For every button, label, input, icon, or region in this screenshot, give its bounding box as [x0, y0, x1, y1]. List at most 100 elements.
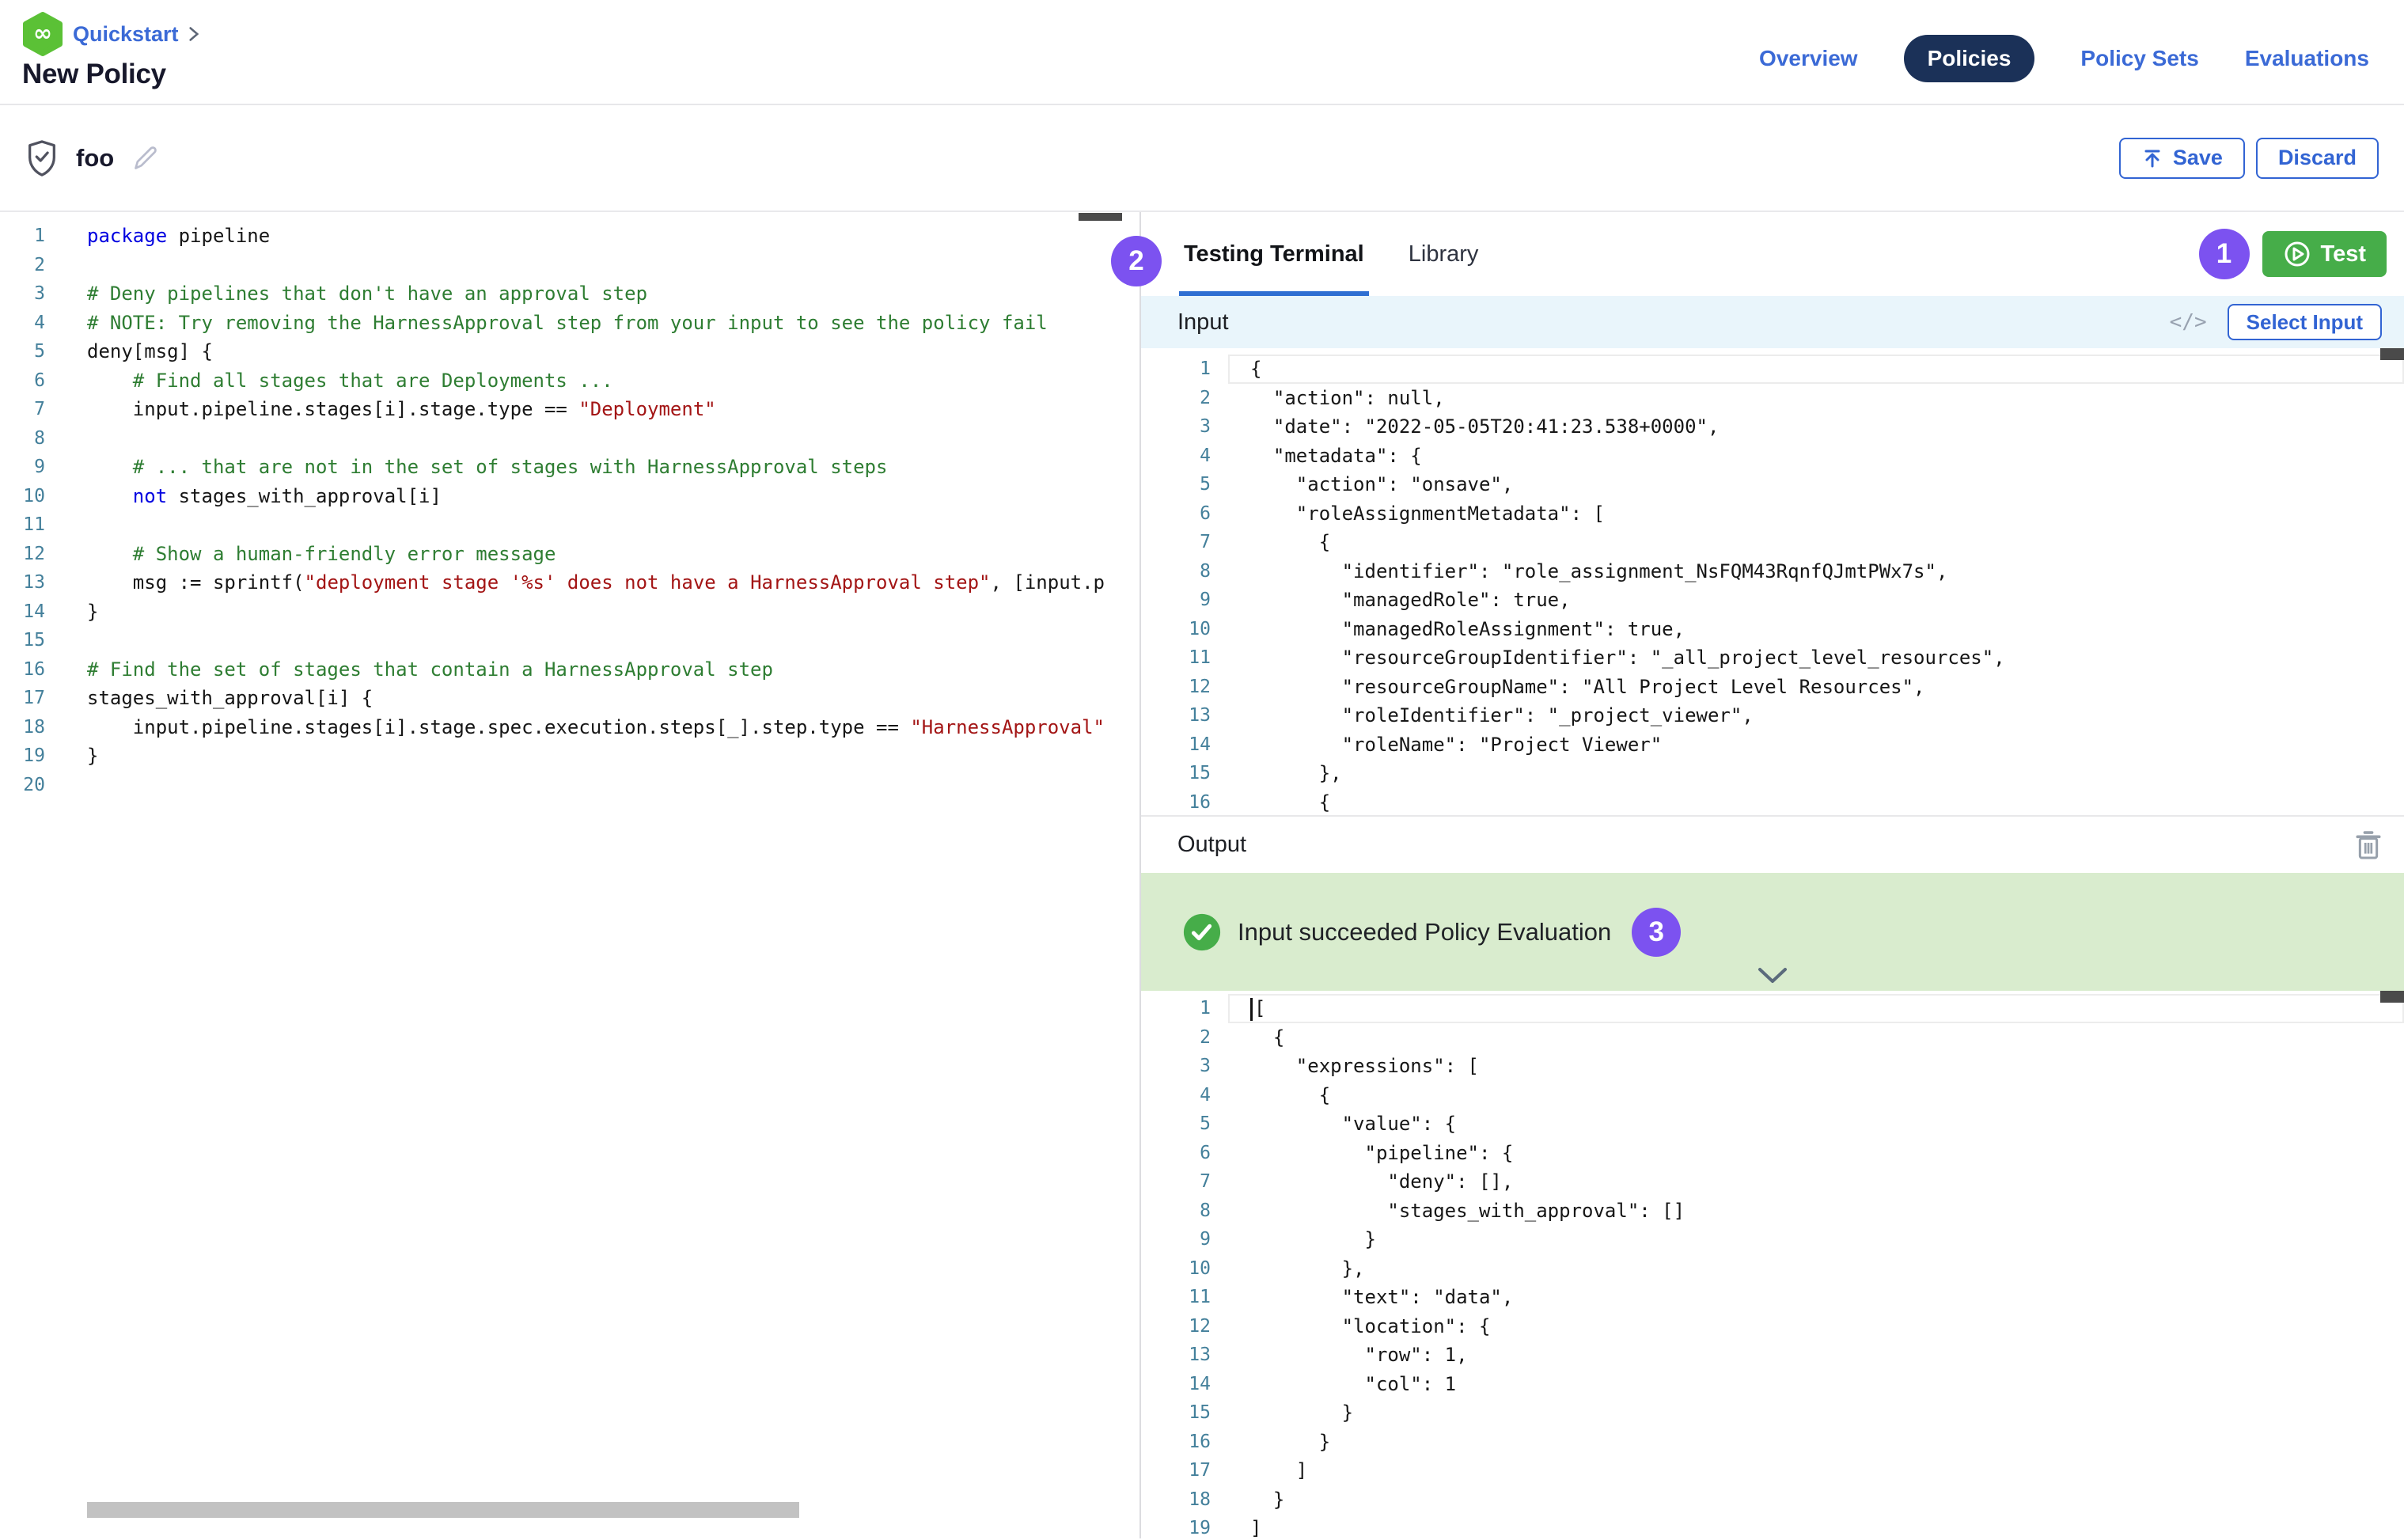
code-line[interactable]: 9 } [1141, 1225, 2404, 1254]
code-line[interactable]: 2 { [1141, 1023, 2404, 1053]
code-line[interactable]: 10 not stages_with_approval[i] [0, 482, 1139, 511]
code-line[interactable]: 8 "identifier": "role_assignment_NsFQM43… [1141, 557, 2404, 586]
input-json-lines[interactable]: 1{2 "action": null,3 "date": "2022-05-05… [1141, 355, 2404, 815]
code-line[interactable]: 19} [0, 742, 1139, 771]
tour-step-1-badge[interactable]: 1 [2199, 229, 2250, 279]
play-circle-icon [2283, 240, 2311, 268]
code-line[interactable]: 10 "managedRoleAssignment": true, [1141, 615, 2404, 644]
code-line[interactable]: 12 # Show a human-friendly error message [0, 540, 1139, 569]
code-line[interactable]: 3# Deny pipelines that don't have an app… [0, 279, 1139, 309]
code-line[interactable]: 13 msg := sprintf("deployment stage '%s'… [0, 568, 1139, 597]
harness-logo-icon[interactable]: ∞ [22, 12, 63, 56]
code-line[interactable]: 11 "text": "data", [1141, 1283, 2404, 1312]
code-line[interactable]: 7 { [1141, 528, 2404, 557]
code-line[interactable]: 1[ [1141, 994, 2404, 1023]
trash-icon[interactable] [2355, 830, 2382, 860]
nav-evaluations[interactable]: Evaluations [2245, 46, 2369, 71]
code-line[interactable]: 19] [1141, 1514, 2404, 1538]
code-line[interactable]: 4# NOTE: Try removing the HarnessApprova… [0, 309, 1139, 338]
input-json-editor[interactable]: 1{2 "action": null,3 "date": "2022-05-05… [1141, 348, 2404, 815]
code-line[interactable]: 8 [0, 424, 1139, 453]
code-line[interactable]: 15 [0, 626, 1139, 655]
code-line[interactable]: 14} [0, 597, 1139, 627]
breadcrumb: ∞ Quickstart [22, 11, 199, 57]
editor-scroll-thumb[interactable] [2380, 991, 2404, 1003]
tab-testing-terminal[interactable]: Testing Terminal [1179, 212, 1369, 296]
code-line[interactable]: 12 "location": { [1141, 1312, 2404, 1341]
nav-policy-sets[interactable]: Policy Sets [2080, 46, 2198, 71]
code-line[interactable]: 16 } [1141, 1428, 2404, 1457]
code-line[interactable]: 6 # Find all stages that are Deployments… [0, 366, 1139, 396]
output-json-lines[interactable]: 1[2 {3 "expressions": [4 {5 "value": {6 … [1141, 994, 2404, 1538]
code-line[interactable]: 13 "roleIdentifier": "_project_viewer", [1141, 701, 2404, 730]
code-line[interactable]: 2 [0, 251, 1139, 280]
save-button[interactable]: Save [2119, 138, 2245, 179]
editor-scroll-thumb[interactable] [1079, 213, 1122, 221]
evaluation-success-banner: Input succeeded Policy Evaluation 3 [1141, 873, 2404, 991]
edit-pencil-icon[interactable] [130, 142, 161, 174]
code-line[interactable]: 18 input.pipeline.stages[i].stage.spec.e… [0, 713, 1139, 742]
code-line[interactable]: 20 [0, 771, 1139, 800]
breadcrumb-link-quickstart[interactable]: Quickstart [73, 22, 179, 47]
code-line[interactable]: 14 "col": 1 [1141, 1370, 2404, 1399]
code-line[interactable]: 15 }, [1141, 759, 2404, 788]
code-line[interactable]: 6 "pipeline": { [1141, 1139, 2404, 1168]
code-line[interactable]: 13 "row": 1, [1141, 1341, 2404, 1370]
output-json-editor[interactable]: 1[2 {3 "expressions": [4 {5 "value": {6 … [1141, 991, 2404, 1538]
page-header: ∞ Quickstart New Policy Overview Policie… [0, 0, 2404, 105]
tour-step-3-badge[interactable]: 3 [1632, 908, 1681, 957]
editor-scroll-thumb[interactable] [2380, 348, 2404, 360]
code-line[interactable]: 5 "value": { [1141, 1109, 2404, 1139]
code-line[interactable]: 7 "deny": [], [1141, 1167, 2404, 1197]
code-line[interactable]: 4 "metadata": { [1141, 442, 2404, 471]
tab-library[interactable]: Library [1404, 212, 1484, 296]
discard-label: Discard [2278, 146, 2357, 170]
code-line[interactable]: 1package pipeline [0, 222, 1139, 251]
module-nav: Overview Policies Policy Sets Evaluation… [1759, 0, 2404, 87]
code-line[interactable]: 16# Find the set of stages that contain … [0, 655, 1139, 685]
output-label: Output [1177, 832, 2355, 858]
code-line[interactable]: 11 "resourceGroupIdentifier": "_all_proj… [1141, 643, 2404, 673]
output-section-header: Output [1141, 815, 2404, 873]
upload-arrow-icon [2141, 147, 2163, 169]
code-line[interactable]: 11 [0, 510, 1139, 540]
code-line[interactable]: 6 "roleAssignmentMetadata": [ [1141, 499, 2404, 529]
chevron-down-icon[interactable] [1757, 967, 1788, 984]
banner-message: Input succeeded Policy Evaluation [1238, 918, 1611, 946]
nav-overview[interactable]: Overview [1759, 46, 1858, 71]
code-line[interactable]: 3 "date": "2022-05-05T20:41:23.538+0000"… [1141, 412, 2404, 442]
nav-policies[interactable]: Policies [1904, 35, 2035, 82]
code-line[interactable]: 10 }, [1141, 1254, 2404, 1284]
code-line[interactable]: 17stages_with_approval[i] { [0, 684, 1139, 713]
tour-step-2-badge[interactable]: 2 [1111, 236, 1162, 286]
code-line[interactable]: 1{ [1141, 355, 2404, 384]
terminal-tabs-row: Testing Terminal Library 1 Test [1141, 212, 2404, 296]
select-input-button[interactable]: Select Input [2228, 304, 2382, 340]
code-line[interactable]: 8 "stages_with_approval": [] [1141, 1197, 2404, 1226]
test-button[interactable]: Test [2262, 231, 2387, 277]
code-line[interactable]: 16 { [1141, 788, 2404, 816]
horizontal-scrollbar[interactable] [87, 1502, 799, 1518]
discard-button[interactable]: Discard [2256, 138, 2379, 179]
code-line[interactable]: 12 "resourceGroupName": "All Project Lev… [1141, 673, 2404, 702]
code-line[interactable]: 5deny[msg] { [0, 337, 1139, 366]
policy-code-editor[interactable]: 1package pipeline23# Deny pipelines that… [0, 212, 1141, 1538]
code-line[interactable]: 2 "action": null, [1141, 384, 2404, 413]
success-check-icon [1182, 912, 1222, 952]
code-line[interactable]: 5 "action": "onsave", [1141, 470, 2404, 499]
code-line[interactable]: 15 } [1141, 1398, 2404, 1428]
code-line[interactable]: 3 "expressions": [ [1141, 1052, 2404, 1081]
chevron-right-icon [188, 26, 199, 42]
code-line[interactable]: 14 "roleName": "Project Viewer" [1141, 730, 2404, 760]
code-icon[interactable]: </> [2170, 310, 2207, 334]
code-line[interactable]: 17 ] [1141, 1456, 2404, 1485]
policy-code-lines[interactable]: 1package pipeline23# Deny pipelines that… [0, 212, 1139, 799]
code-line[interactable]: 7 input.pipeline.stages[i].stage.type ==… [0, 395, 1139, 424]
policy-toolbar: foo Save Discard [0, 105, 2404, 211]
code-line[interactable]: 9 "managedRole": true, [1141, 586, 2404, 615]
code-line[interactable]: 4 { [1141, 1081, 2404, 1110]
code-line[interactable]: 9 # ... that are not in the set of stage… [0, 453, 1139, 482]
policy-name: foo [76, 144, 114, 173]
code-line[interactable]: 18 } [1141, 1485, 2404, 1515]
svg-text:∞: ∞ [33, 20, 52, 47]
